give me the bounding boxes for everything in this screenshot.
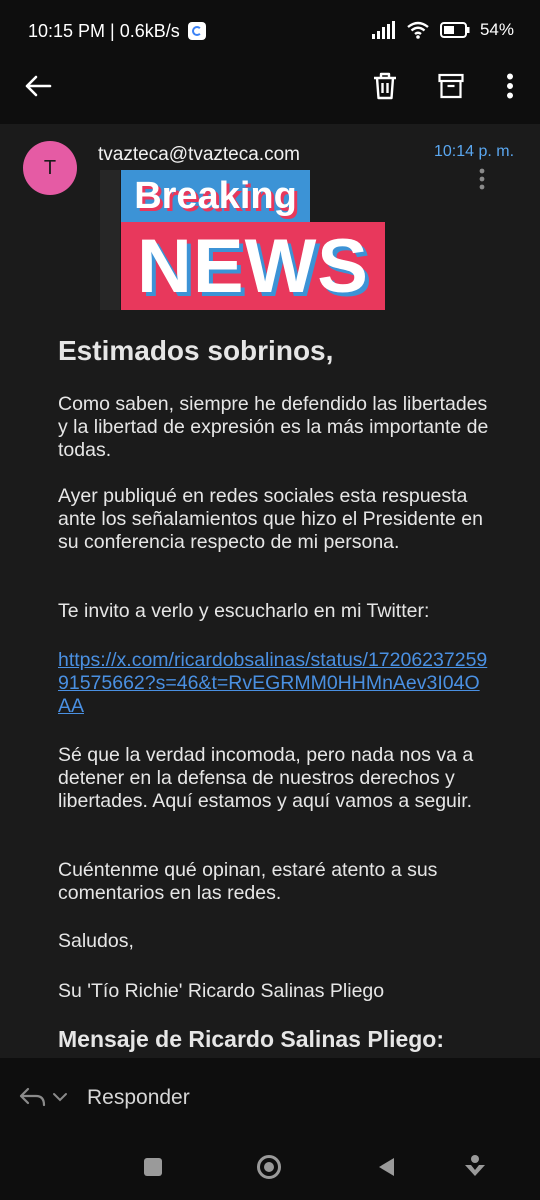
wifi-icon	[407, 21, 429, 39]
message-more-button[interactable]	[468, 166, 496, 196]
battery-icon	[439, 22, 470, 38]
more-options-button[interactable]	[488, 64, 532, 108]
home-dot	[264, 1162, 274, 1172]
signature-heading: Mensaje de Ricardo Salinas Pliego:	[58, 1026, 445, 1052]
trash-icon	[374, 72, 396, 100]
paragraph-5: Cuéntenme qué opinan, estaré atento a su…	[58, 859, 438, 904]
chevron-down-icon	[53, 1093, 67, 1102]
system-nav-bar	[0, 1138, 540, 1200]
recents-button[interactable]	[144, 1158, 162, 1176]
sender-address[interactable]: tvazteca@tvazteca.com	[98, 144, 300, 166]
news-word: NEWS	[137, 223, 369, 309]
status-bar: 10:15 PM | 0.6kB/s 54%	[0, 0, 540, 64]
more-vertical-icon	[479, 168, 485, 190]
banner-shadow	[100, 170, 120, 310]
sender-avatar[interactable]: T	[23, 141, 77, 195]
greeting: Estimados sobrinos,	[58, 335, 334, 366]
arrow-left-icon	[25, 75, 52, 97]
status-icons: 54%	[371, 20, 514, 40]
reply-icon	[19, 1087, 46, 1107]
email-view: 10:15 PM | 0.6kB/s 54% T tvazteca@tvazte…	[0, 0, 540, 1200]
delete-button[interactable]	[363, 64, 407, 108]
paragraph-3: Te invito a verlo y escucharlo en mi Twi…	[58, 600, 430, 622]
back-button[interactable]	[16, 64, 60, 108]
assistant-button[interactable]	[463, 1154, 487, 1178]
more-vertical-icon	[507, 73, 513, 99]
message-content[interactable]: T tvazteca@tvazteca.com 10:14 p. m. Brea…	[0, 124, 540, 1058]
reply-bar: Responder	[0, 1058, 540, 1138]
archive-icon	[438, 73, 464, 99]
paragraph-4: Sé que la verdad incomoda, pero nada nos…	[58, 744, 474, 812]
back-nav-button[interactable]	[376, 1156, 396, 1178]
battery-percent: 54%	[479, 20, 514, 39]
reply-button[interactable]: Responder	[87, 1086, 190, 1110]
paragraph-6: Saludos,	[58, 930, 134, 952]
home-button[interactable]	[257, 1155, 281, 1179]
twitter-link[interactable]: https://x.com/ricardobsalinas/status/172…	[58, 649, 488, 718]
news-banner: NEWS	[121, 222, 385, 310]
top-app-bar	[0, 64, 540, 124]
breaking-banner: Breaking	[121, 170, 310, 222]
status-time: 10:15 PM | 0.6kB/s	[28, 21, 180, 41]
breaking-word: Breaking	[134, 174, 297, 217]
message-time: 10:14 p. m.	[434, 143, 515, 160]
app-notification-icon	[188, 22, 206, 40]
paragraph-7: Su 'Tío Richie' Ricardo Salinas Pliego	[58, 980, 385, 1002]
signal-icon	[371, 21, 395, 39]
reply-options-button[interactable]	[18, 1084, 76, 1110]
paragraph-1: Como saben, siempre he defendido las lib…	[58, 393, 489, 461]
archive-button[interactable]	[429, 64, 473, 108]
paragraph-2: Ayer publiqué en redes sociales esta res…	[58, 485, 483, 553]
